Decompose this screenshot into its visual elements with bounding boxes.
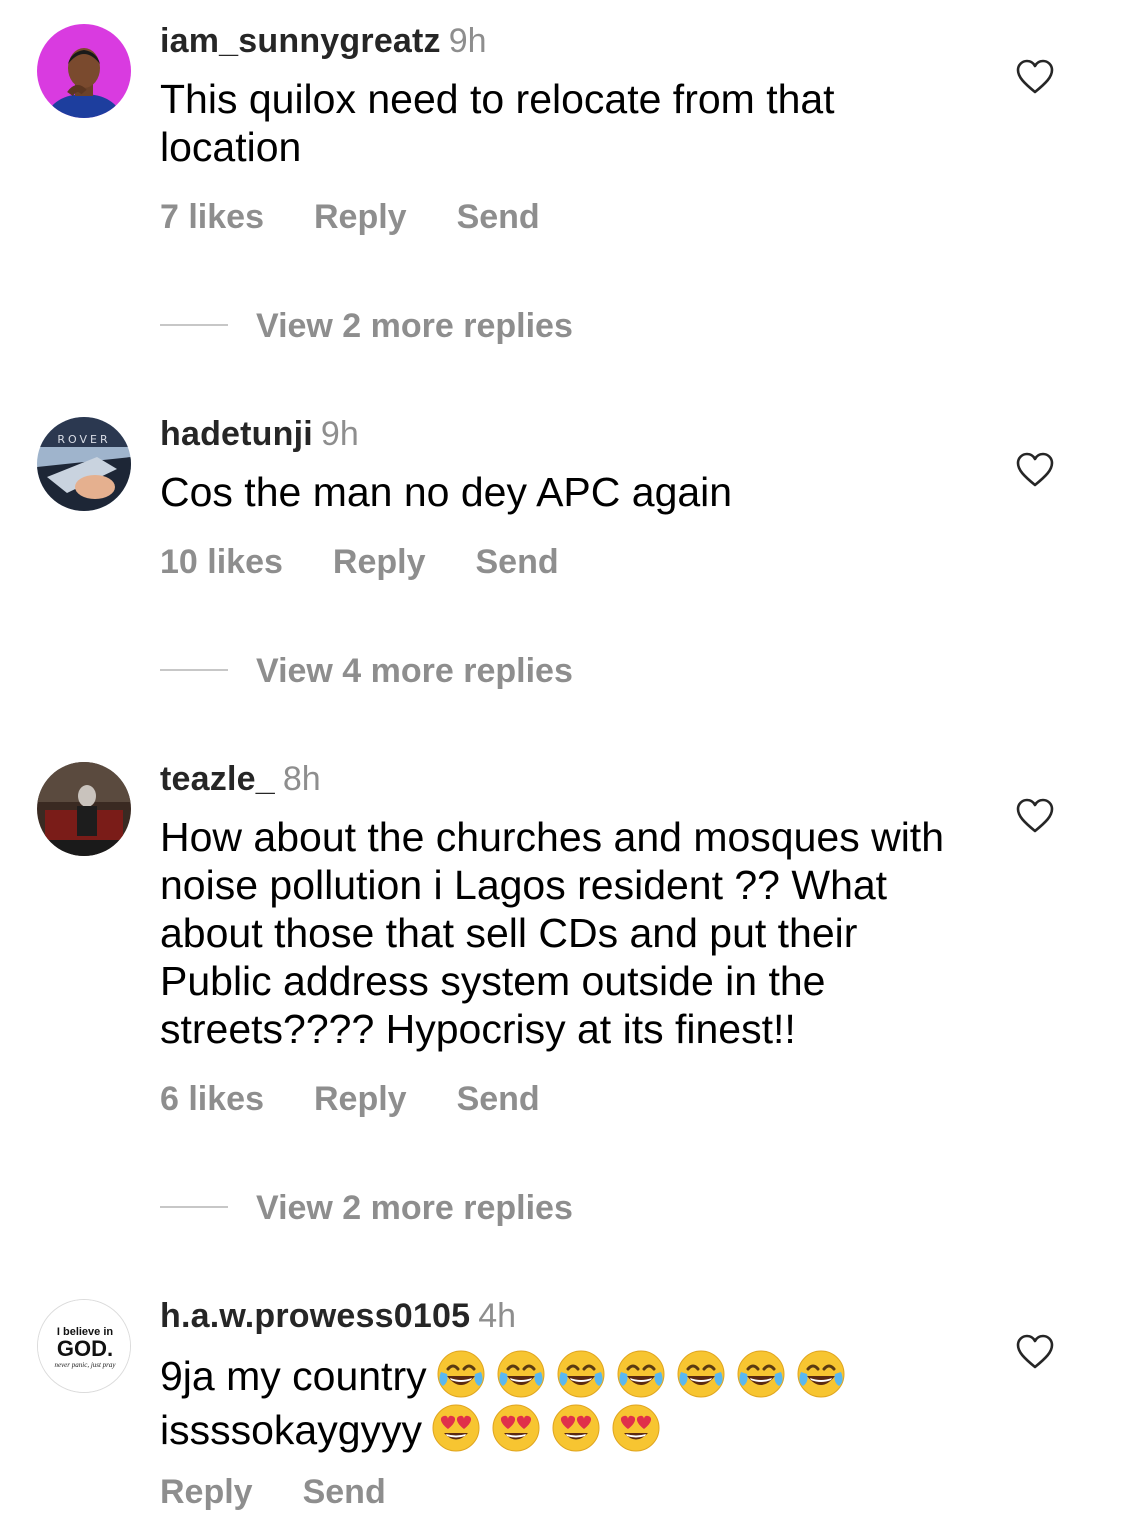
view-more-replies-label: View 2 more replies [256,1189,573,1227]
heart-outline-icon [1016,798,1054,833]
comment-text-line: 9ja my country [160,1348,960,1402]
username[interactable]: iam_sunnygreatz [160,22,441,60]
heart-outline-icon [1016,59,1054,94]
avatar[interactable]: I believe in GOD. never panic, just pray [37,1299,131,1393]
emoji-group [427,1350,847,1399]
view-more-replies-label: View 4 more replies [256,652,573,690]
divider [160,324,228,327]
likes-count[interactable]: 7 likes [160,198,264,236]
heart-eyes-emoji-icon [490,1402,542,1454]
username[interactable]: hadetunji [160,415,313,453]
avatar-text-line3: never panic, just pray [54,1361,116,1369]
tears-of-joy-emoji-icon [495,1348,547,1400]
avatar-text: ROVER [57,433,110,446]
timestamp: 9h [448,22,487,60]
reply-button[interactable]: Reply [314,1080,407,1118]
view-more-replies[interactable]: View 2 more replies [160,1188,573,1228]
comment-header: hadetunji 9h [160,414,359,454]
comment-actions: 7 likes Reply Send [160,197,590,237]
likes-count[interactable]: 10 likes [160,543,283,581]
comment-actions: Reply Send [160,1472,436,1512]
send-button[interactable]: Send [303,1473,386,1511]
emoji-group [422,1404,662,1453]
comment-text-part: 9ja my country [160,1353,427,1399]
comment-header: teazle_ 8h [160,759,321,799]
tears-of-joy-emoji-icon [675,1348,727,1400]
timestamp: 8h [282,760,321,798]
reply-button[interactable]: Reply [333,543,426,581]
tears-of-joy-emoji-icon [435,1348,487,1400]
comment-text: Cos the man no dey APC again [160,469,733,515]
send-button[interactable]: Send [457,1080,540,1118]
comment-text: This quilox need to relocate from that l… [160,76,835,170]
avatar[interactable] [37,762,131,856]
heart-outline-icon [1016,452,1054,487]
comment-text-line: issssokaygyyy [160,1402,960,1456]
comment-text-part: issssokaygyyy [160,1407,423,1453]
likes-count[interactable]: 6 likes [160,1080,264,1118]
timestamp: 4h [478,1297,517,1335]
comment-actions: 6 likes Reply Send [160,1079,590,1119]
avatar[interactable]: ROVER [37,417,131,511]
heart-outline-icon [1016,1334,1054,1369]
like-button[interactable] [1016,798,1054,834]
divider [160,669,228,672]
comment-text: How about the churches and mosques with … [160,814,945,1052]
timestamp: 9h [320,415,359,453]
username[interactable]: teazle_ [160,760,275,798]
view-more-replies-label: View 2 more replies [256,307,573,345]
divider [160,1206,228,1209]
view-more-replies[interactable]: View 2 more replies [160,306,573,346]
avatar[interactable] [37,24,131,118]
heart-eyes-emoji-icon [610,1402,662,1454]
tears-of-joy-emoji-icon [615,1348,667,1400]
comment-actions: 10 likes Reply Send [160,542,609,582]
comment-header: iam_sunnygreatz 9h [160,21,487,61]
tears-of-joy-emoji-icon [735,1348,787,1400]
like-button[interactable] [1016,59,1054,95]
like-button[interactable] [1016,1334,1054,1370]
comment-text: 9ja my country issssokaygyyy [160,1348,960,1456]
send-button[interactable]: Send [475,543,558,581]
heart-eyes-emoji-icon [550,1402,602,1454]
reply-button[interactable]: Reply [314,198,407,236]
like-button[interactable] [1016,452,1054,488]
reply-button[interactable]: Reply [160,1473,253,1511]
heart-eyes-emoji-icon [430,1402,482,1454]
comment-header: h.a.w.prowess0105 4h [160,1296,516,1336]
send-button[interactable]: Send [457,198,540,236]
avatar-text-line2: GOD. [57,1336,113,1361]
tears-of-joy-emoji-icon [795,1348,847,1400]
username[interactable]: h.a.w.prowess0105 [160,1297,470,1335]
view-more-replies[interactable]: View 4 more replies [160,651,573,691]
tears-of-joy-emoji-icon [555,1348,607,1400]
